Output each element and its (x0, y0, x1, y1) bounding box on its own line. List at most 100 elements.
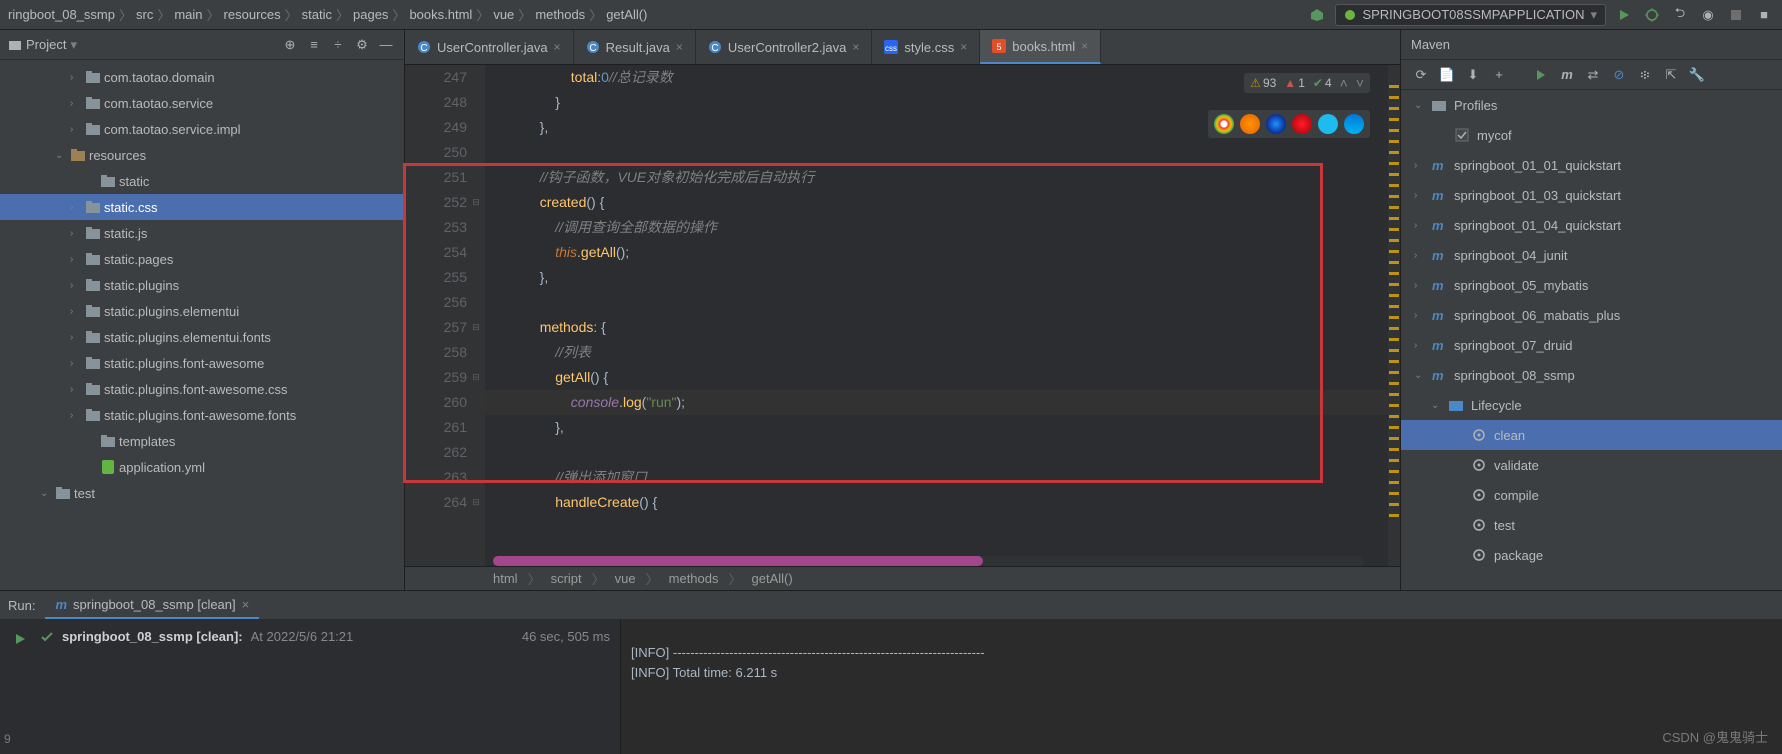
marker[interactable] (1389, 437, 1399, 440)
marker[interactable] (1389, 382, 1399, 385)
code-line[interactable]: created() { (485, 190, 1388, 215)
breadcrumb-item[interactable]: books.html (409, 7, 472, 22)
maven-item[interactable]: compile (1401, 480, 1782, 510)
marker[interactable] (1389, 470, 1399, 473)
code-line[interactable] (485, 440, 1388, 465)
fold-marker[interactable]: ⊟ (469, 190, 483, 215)
fold-marker[interactable]: ⊟ (469, 315, 483, 340)
marker[interactable] (1389, 338, 1399, 341)
project-tree[interactable]: ›com.taotao.domain›com.taotao.service›co… (0, 60, 404, 590)
code-line[interactable]: getAll() { (485, 365, 1388, 390)
editor-tab[interactable]: 5books.html× (980, 30, 1101, 64)
marker[interactable] (1389, 129, 1399, 132)
run-maven-icon[interactable] (1531, 65, 1551, 85)
maven-item[interactable]: ⌄Lifecycle (1401, 390, 1782, 420)
run-icon[interactable] (1614, 5, 1634, 25)
editor-breadcrumb[interactable]: html〉script〉vue〉methods〉getAll() (405, 566, 1400, 590)
marker[interactable] (1389, 261, 1399, 264)
m-icon[interactable]: m (1557, 65, 1577, 85)
tree-item[interactable]: ›static.plugins.font-awesome (0, 350, 404, 376)
chevron-down-icon[interactable]: ˅ (1356, 75, 1364, 91)
close-icon[interactable]: × (852, 40, 859, 54)
tree-item[interactable]: ⌄resources (0, 142, 404, 168)
marker[interactable] (1389, 96, 1399, 99)
breadcrumb-item[interactable]: pages (353, 7, 388, 22)
code-line[interactable] (485, 290, 1388, 315)
breadcrumb-item[interactable]: methods (669, 571, 719, 586)
build-icon[interactable] (1307, 5, 1327, 25)
marker[interactable] (1389, 371, 1399, 374)
marker[interactable] (1389, 481, 1399, 484)
reload-icon[interactable]: ⟳ (1411, 65, 1431, 85)
collapse-all-icon[interactable]: ⇱ (1661, 65, 1681, 85)
breadcrumb-item[interactable]: resources (224, 7, 281, 22)
marker[interactable] (1389, 514, 1399, 517)
tree-item[interactable]: ›static.plugins.font-awesome.fonts (0, 402, 404, 428)
tree-item[interactable]: ›static.css (0, 194, 404, 220)
fold-marker[interactable] (469, 140, 483, 165)
editor-tab[interactable]: cssstyle.css× (872, 30, 980, 64)
maven-item[interactable]: clean (1401, 420, 1782, 450)
marker[interactable] (1389, 316, 1399, 319)
scrollbar-horizontal[interactable] (493, 556, 1363, 566)
settings-icon[interactable]: ⚙ (352, 35, 372, 55)
maven-item[interactable]: ›mspringboot_01_04_quickstart (1401, 210, 1782, 240)
marker[interactable] (1389, 140, 1399, 143)
breadcrumb-item[interactable]: script (551, 571, 582, 586)
run-console[interactable]: [INFO] ---------------------------------… (620, 619, 1782, 754)
expand-icon[interactable]: ≡ (304, 35, 324, 55)
marker[interactable] (1389, 151, 1399, 154)
marker[interactable] (1389, 206, 1399, 209)
maven-item[interactable]: ›mspringboot_04_junit (1401, 240, 1782, 270)
marker[interactable] (1389, 404, 1399, 407)
tree-item[interactable]: ›static.plugins.font-awesome.css (0, 376, 404, 402)
tree-item[interactable]: ›static.plugins.elementui (0, 298, 404, 324)
editor-tab[interactable]: CResult.java× (574, 30, 696, 64)
code-line[interactable]: handleCreate() { (485, 490, 1388, 515)
fold-marker[interactable] (469, 115, 483, 140)
editor-tab[interactable]: CUserController2.java× (696, 30, 873, 64)
close-icon[interactable]: × (1081, 39, 1088, 53)
code-line[interactable]: console.log("run"); (485, 390, 1388, 415)
add-icon[interactable]: + (1489, 65, 1509, 85)
close-icon[interactable]: × (554, 40, 561, 54)
marker[interactable] (1389, 250, 1399, 253)
marker[interactable] (1389, 272, 1399, 275)
close-icon[interactable]: × (242, 597, 250, 612)
marker[interactable] (1389, 305, 1399, 308)
marker[interactable] (1389, 448, 1399, 451)
tree-item[interactable]: ›com.taotao.service (0, 90, 404, 116)
marker[interactable] (1389, 217, 1399, 220)
breadcrumb-item[interactable]: getAll() (752, 571, 793, 586)
breadcrumb-item[interactable]: methods (535, 7, 585, 22)
fold-marker[interactable] (469, 465, 483, 490)
chrome-icon[interactable] (1214, 114, 1234, 134)
rerun-icon[interactable] (10, 629, 30, 649)
tree-item[interactable]: static (0, 168, 404, 194)
marker[interactable] (1389, 426, 1399, 429)
code-line[interactable] (485, 140, 1388, 165)
download-icon[interactable]: ⬇ (1463, 65, 1483, 85)
code-line[interactable]: }, (485, 265, 1388, 290)
maven-item[interactable]: ⌄mspringboot_08_ssmp (1401, 360, 1782, 390)
maven-item[interactable]: mycof (1401, 120, 1782, 150)
wrench-icon[interactable]: 🔧 (1687, 65, 1707, 85)
scrollbar-thumb[interactable] (493, 556, 983, 566)
code-line[interactable]: //钩子函数，VUE对象初始化完成后自动执行 (485, 165, 1388, 190)
marker[interactable] (1389, 195, 1399, 198)
code-line[interactable]: //弹出添加窗口 (485, 465, 1388, 490)
fold-marker[interactable] (469, 290, 483, 315)
fold-marker[interactable] (469, 240, 483, 265)
fold-marker[interactable] (469, 215, 483, 240)
fold-marker[interactable] (469, 65, 483, 90)
skip-icon[interactable]: ⊘ (1609, 65, 1629, 85)
maven-item[interactable]: ›mspringboot_07_druid (1401, 330, 1782, 360)
maven-item[interactable]: test (1401, 510, 1782, 540)
breadcrumb-item[interactable]: src (136, 7, 153, 22)
profiler-icon[interactable]: ◉ (1698, 5, 1718, 25)
marker[interactable] (1389, 393, 1399, 396)
tree-item[interactable]: application.yml (0, 454, 404, 480)
coverage-icon[interactable]: ⮌ (1670, 5, 1690, 25)
marker[interactable] (1389, 283, 1399, 286)
marker[interactable] (1389, 228, 1399, 231)
